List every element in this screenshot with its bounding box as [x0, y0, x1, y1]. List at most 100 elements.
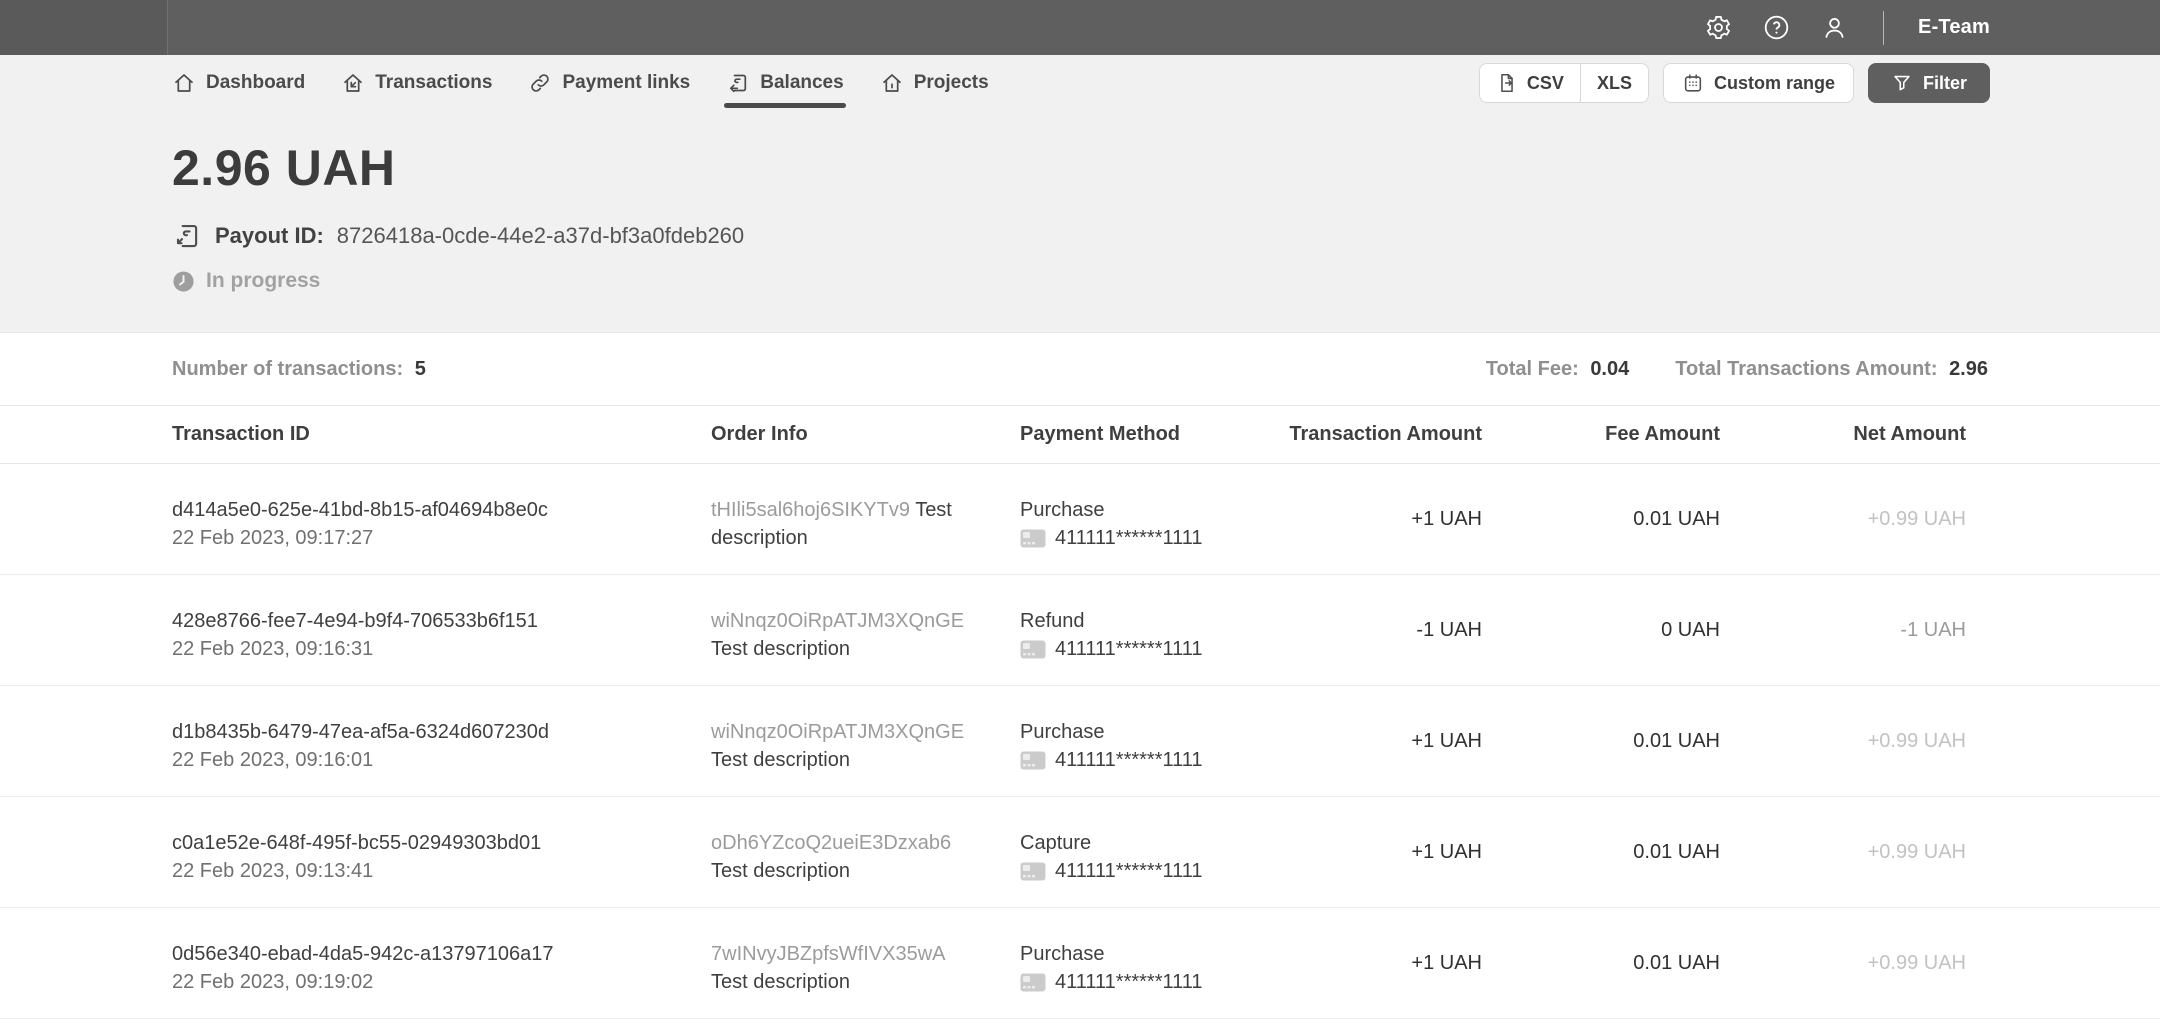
active-tab-underline	[724, 103, 846, 108]
transaction-id: d414a5e0-625e-41bd-8b15-af04694b8e0c	[172, 499, 548, 521]
transactions-count-value: 5	[414, 357, 426, 380]
team-name[interactable]: E-Team	[1918, 16, 1990, 39]
card-line: 411111******1111	[1020, 635, 1282, 663]
balances-card-icon	[730, 74, 747, 93]
filter-label: Filter	[1922, 72, 1967, 93]
help-icon[interactable]	[1761, 13, 1791, 43]
user-icon[interactable]	[1819, 13, 1849, 43]
table-row[interactable]: c0a1e52e-648f-495f-bc55-02949303bd01 22 …	[0, 797, 2160, 908]
transaction-amount: +1 UAH	[1411, 841, 1482, 863]
total-fee-label: Total Fee:	[1485, 357, 1579, 380]
table-header: Transaction ID Order Info Payment Method…	[0, 406, 2160, 464]
topbar-section-divider	[0, 0, 168, 55]
card-icon	[1020, 862, 1046, 880]
payout-header: Dashboard Transactions Payment links Bal…	[0, 55, 2160, 333]
transaction-id-cell: c0a1e52e-648f-495f-bc55-02949303bd01 22 …	[172, 797, 711, 907]
transaction-id-cell: 428e8766-fee7-4e94-b9f4-706533b6f151 22 …	[172, 575, 711, 685]
payment-type: Purchase	[1020, 499, 1105, 521]
table-row[interactable]: 0d56e340-ebad-4da5-942c-a13797106a17 22 …	[0, 908, 2160, 1019]
payment-method-cell: Refund 411111******1111	[1020, 575, 1282, 685]
payment-method-cell: Purchase 411111******1111	[1020, 464, 1282, 574]
transaction-id-cell: d414a5e0-625e-41bd-8b15-af04694b8e0c 22 …	[172, 464, 711, 574]
transaction-datetime: 22 Feb 2023, 09:16:01	[172, 749, 374, 771]
transaction-id: 428e8766-fee7-4e94-b9f4-706533b6f151	[172, 610, 538, 632]
order-description: Test description	[711, 638, 850, 660]
export-csv-button[interactable]: CSV	[1480, 64, 1580, 102]
link-icon	[531, 74, 550, 92]
order-info-cell: tHIli5sal6hoj6SIKYTv9 Test description	[711, 464, 1020, 574]
payment-method-cell: Purchase 411111******1111	[1020, 908, 1282, 1018]
tab-label: Balances	[760, 72, 844, 93]
filter-button[interactable]: Filter	[1867, 63, 1990, 103]
home-icon	[175, 74, 193, 92]
payout-card-icon	[176, 224, 198, 248]
calendar-icon	[1684, 74, 1702, 92]
col-fee-amount: Fee Amount	[1605, 423, 1720, 445]
transaction-amount: -1 UAH	[1416, 619, 1482, 641]
order-description: Test description	[711, 749, 850, 771]
custom-range-button[interactable]: Custom range	[1662, 63, 1854, 103]
fee-amount: 0.01 UAH	[1633, 952, 1720, 974]
transaction-amount: +1 UAH	[1411, 730, 1482, 752]
net-amount: +0.99 UAH	[1867, 730, 1966, 752]
transaction-datetime: 22 Feb 2023, 09:16:31	[172, 638, 374, 660]
tab-payment-links[interactable]: Payment links	[528, 55, 690, 111]
nav-row: Dashboard Transactions Payment links Bal…	[172, 55, 1990, 111]
payment-type: Purchase	[1020, 943, 1105, 965]
total-fee: Total Fee: 0.04	[1486, 358, 1629, 381]
transaction-id: c0a1e52e-648f-495f-bc55-02949303bd01	[172, 832, 542, 854]
summary-row: Number of transactions: 5 Total Fee: 0.0…	[0, 333, 2160, 406]
col-transaction-amount: Transaction Amount	[1289, 423, 1482, 445]
payment-method-cell: Capture 411111******1111	[1020, 797, 1282, 907]
tab-balances[interactable]: Balances	[724, 55, 846, 111]
settings-gear-icon[interactable]	[1703, 13, 1733, 43]
table-row[interactable]: 428e8766-fee7-4e94-b9f4-706533b6f151 22 …	[0, 575, 2160, 686]
payout-id-value: 8726418a-0cde-44e2-a37d-bf3a0fdeb260	[336, 223, 745, 248]
transaction-datetime: 22 Feb 2023, 09:17:27	[172, 527, 374, 549]
card-line: 411111******1111	[1020, 968, 1282, 996]
transactions-count: Number of transactions: 5	[172, 358, 426, 381]
order-description: Test description	[711, 860, 850, 882]
total-amount-value: 2.96	[1949, 357, 1988, 380]
transaction-id-cell: d1b8435b-6479-47ea-af5a-6324d607230d 22 …	[172, 686, 711, 796]
table-row[interactable]: d1b8435b-6479-47ea-af5a-6324d607230d 22 …	[0, 686, 2160, 797]
transaction-id: 0d56e340-ebad-4da5-942c-a13797106a17	[172, 943, 554, 965]
transaction-amount: +1 UAH	[1411, 952, 1482, 974]
clock-status-icon	[173, 270, 194, 292]
tab-transactions[interactable]: Transactions	[341, 55, 492, 111]
total-transactions-amount: Total Transactions Amount: 2.96	[1675, 358, 1988, 381]
tab-label: Dashboard	[206, 72, 306, 93]
card-icon	[1020, 529, 1046, 547]
payment-method-cell: Purchase 411111******1111	[1020, 686, 1282, 796]
filter-funnel-icon	[1894, 75, 1910, 91]
transactions-table-body: d414a5e0-625e-41bd-8b15-af04694b8e0c 22 …	[0, 464, 2160, 1019]
export-xls-button[interactable]: XLS	[1581, 64, 1648, 102]
toolbar: CSV XLS Custom range Filter	[1478, 63, 1990, 103]
tab-dashboard[interactable]: Dashboard	[172, 55, 305, 111]
card-number: 411111******1111	[1055, 527, 1203, 549]
order-info-cell: wiNnqz0OiRpATJM3XQnGE Test description	[711, 686, 1020, 796]
card-line: 411111******1111	[1020, 857, 1282, 885]
payout-id-label: Payout ID:	[215, 223, 324, 248]
payout-id-row: Payout ID: 8726418a-0cde-44e2-a37d-bf3a0…	[172, 221, 1990, 251]
projects-icon	[882, 74, 901, 92]
tab-label: Transactions	[375, 72, 493, 93]
card-line: 411111******1111	[1020, 524, 1282, 552]
transaction-amount: +1 UAH	[1411, 508, 1482, 530]
tab-projects[interactable]: Projects	[880, 55, 989, 111]
export-button-group: CSV XLS	[1478, 63, 1649, 103]
total-fee-value: 0.04	[1590, 357, 1630, 380]
card-number: 411111******1111	[1055, 749, 1203, 771]
table-row[interactable]: d414a5e0-625e-41bd-8b15-af04694b8e0c 22 …	[0, 464, 2160, 575]
payout-amount-heading: 2.96 UAH	[172, 140, 396, 196]
summary-totals: Total Fee: 0.04 Total Transactions Amoun…	[1486, 358, 1988, 381]
transaction-datetime: 22 Feb 2023, 09:13:41	[172, 860, 374, 882]
tab-label: Payment links	[562, 72, 691, 93]
payout-status-row: In progress	[172, 269, 1990, 293]
transaction-id: d1b8435b-6479-47ea-af5a-6324d607230d	[172, 721, 550, 743]
file-export-icon	[1501, 73, 1513, 93]
transactions-count-label: Number of transactions:	[172, 357, 404, 380]
col-order-info: Order Info	[711, 423, 808, 445]
payment-type: Capture	[1020, 832, 1092, 854]
card-icon	[1020, 973, 1046, 991]
